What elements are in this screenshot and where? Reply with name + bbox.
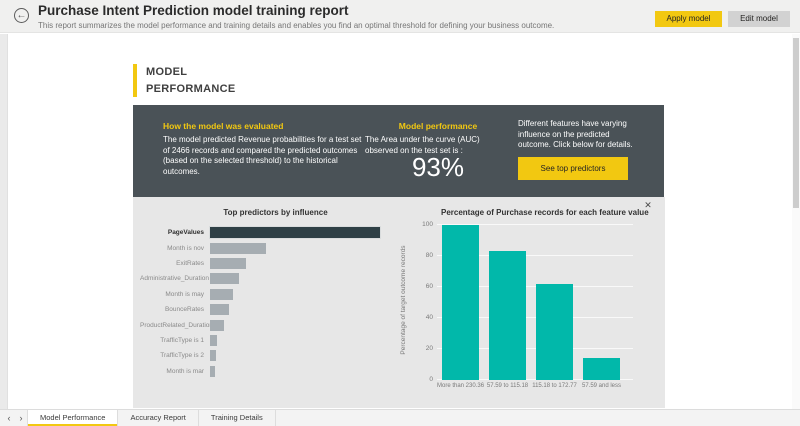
page-subtitle: This report summarizes the model perform… (38, 21, 554, 30)
scrollbar-track[interactable] (792, 34, 800, 409)
predictor-label: Administrative_Duration (140, 275, 210, 282)
predictor-label: ExitRates (140, 260, 210, 267)
percentage-chart-ylabel: Percentage of target outcome records (400, 225, 410, 375)
y-axis-tick: 40 (413, 314, 433, 321)
predictor-label: TrafficType is 2 (140, 352, 210, 359)
see-top-predictors-button[interactable]: See top predictors (518, 157, 628, 180)
scrollbar-thumb[interactable] (793, 38, 799, 208)
report-tab-bar: ‹ › Model Performance Accuracy Report Tr… (0, 409, 800, 426)
predictor-row: PageValues (140, 225, 395, 240)
predictors-chart-title: Top predictors by influence (163, 208, 388, 217)
predictor-row: TrafficType is 1 (140, 333, 395, 348)
predictor-bar[interactable] (210, 335, 217, 346)
percentage-chart-plot: 020406080100 (437, 225, 637, 380)
predictor-bar[interactable] (210, 258, 246, 269)
predictor-label: PageValues (140, 229, 210, 236)
predictor-row: Month is nov (140, 240, 395, 255)
predictor-row: Administrative_Duration (140, 271, 395, 286)
predictor-label: TrafficType is 1 (140, 337, 210, 344)
section-heading-line1: MODEL (146, 64, 235, 81)
y-axis-tick: 60 (413, 283, 433, 290)
y-axis-tick: 100 (413, 221, 433, 228)
tabs-scroll-right-icon[interactable]: › (15, 410, 27, 426)
column-slot (484, 225, 531, 380)
predictor-row: ProductRelated_Duration (140, 317, 395, 332)
y-axis-tick: 80 (413, 252, 433, 259)
x-axis-label: 57.59 to 115.18 (484, 383, 531, 389)
y-axis-tick: 0 (413, 376, 433, 383)
section-heading-line2: PERFORMANCE (146, 81, 235, 98)
column-bar[interactable] (536, 284, 573, 380)
predictor-bar[interactable] (210, 320, 224, 331)
tab-accuracy-report[interactable]: Accuracy Report (118, 410, 198, 426)
charts-panel: ✕ Top predictors by influence PageValues… (133, 197, 665, 408)
apply-model-button[interactable]: Apply model (655, 11, 722, 27)
section-heading: MODEL PERFORMANCE (146, 64, 235, 97)
features-body: Different features have varying influenc… (518, 119, 644, 151)
model-summary-panel: How the model was evaluated The model pr… (133, 105, 664, 197)
predictor-label: Month is may (140, 291, 210, 298)
predictor-row: Month is may (140, 287, 395, 302)
collapsed-nav-pane[interactable] (0, 34, 8, 409)
predictors-chart: PageValues Month is nov ExitRates Administr… (140, 225, 395, 379)
app-header: ← Purchase Intent Prediction model train… (0, 0, 800, 33)
predictor-bar[interactable] (210, 350, 216, 361)
predictor-row: BounceRates (140, 302, 395, 317)
percentage-chart-title: Percentage of Purchase records for each … (441, 208, 666, 217)
auc-value: 93% (363, 152, 513, 183)
column-bar[interactable] (442, 225, 479, 380)
column-slot (531, 225, 578, 380)
back-icon[interactable]: ← (14, 8, 29, 23)
column-bar[interactable] (489, 251, 526, 380)
performance-title: Model performance (363, 121, 513, 131)
evaluated-title: How the model was evaluated (163, 121, 373, 131)
tab-model-performance[interactable]: Model Performance (27, 410, 118, 426)
predictor-bar[interactable] (210, 366, 215, 377)
column-slot (578, 225, 625, 380)
x-axis-label: 115.18 to 172.77 (531, 383, 578, 389)
x-axis-label: 57.59 and less (578, 383, 625, 389)
section-accent-bar (133, 64, 137, 97)
x-axis-label: More than 230.36 (437, 383, 484, 389)
predictor-row: ExitRates (140, 256, 395, 271)
tab-training-details[interactable]: Training Details (199, 410, 276, 426)
predictor-label: Month is mar (140, 368, 210, 375)
column-bars (437, 225, 633, 380)
predictor-label: BounceRates (140, 306, 210, 313)
predictor-row: Month is mar (140, 364, 395, 379)
page-title: Purchase Intent Prediction model trainin… (38, 3, 349, 18)
column-bar[interactable] (583, 358, 620, 380)
predictor-bar[interactable] (210, 289, 233, 300)
evaluated-body: The model predicted Revenue probabilitie… (163, 135, 363, 177)
tabs-scroll-left-icon[interactable]: ‹ (3, 410, 15, 426)
percentage-chart-xlabels: More than 230.3657.59 to 115.18115.18 to… (437, 383, 633, 389)
column-slot (437, 225, 484, 380)
predictor-bar[interactable] (210, 227, 380, 238)
predictor-row: TrafficType is 2 (140, 348, 395, 363)
predictor-bar[interactable] (210, 243, 266, 254)
predictor-bar[interactable] (210, 304, 229, 315)
predictor-label: Month is nov (140, 245, 210, 252)
predictor-label: ProductRelated_Duration (140, 322, 210, 329)
y-axis-tick: 20 (413, 345, 433, 352)
predictor-bar[interactable] (210, 273, 239, 284)
edit-model-button[interactable]: Edit model (728, 11, 790, 27)
